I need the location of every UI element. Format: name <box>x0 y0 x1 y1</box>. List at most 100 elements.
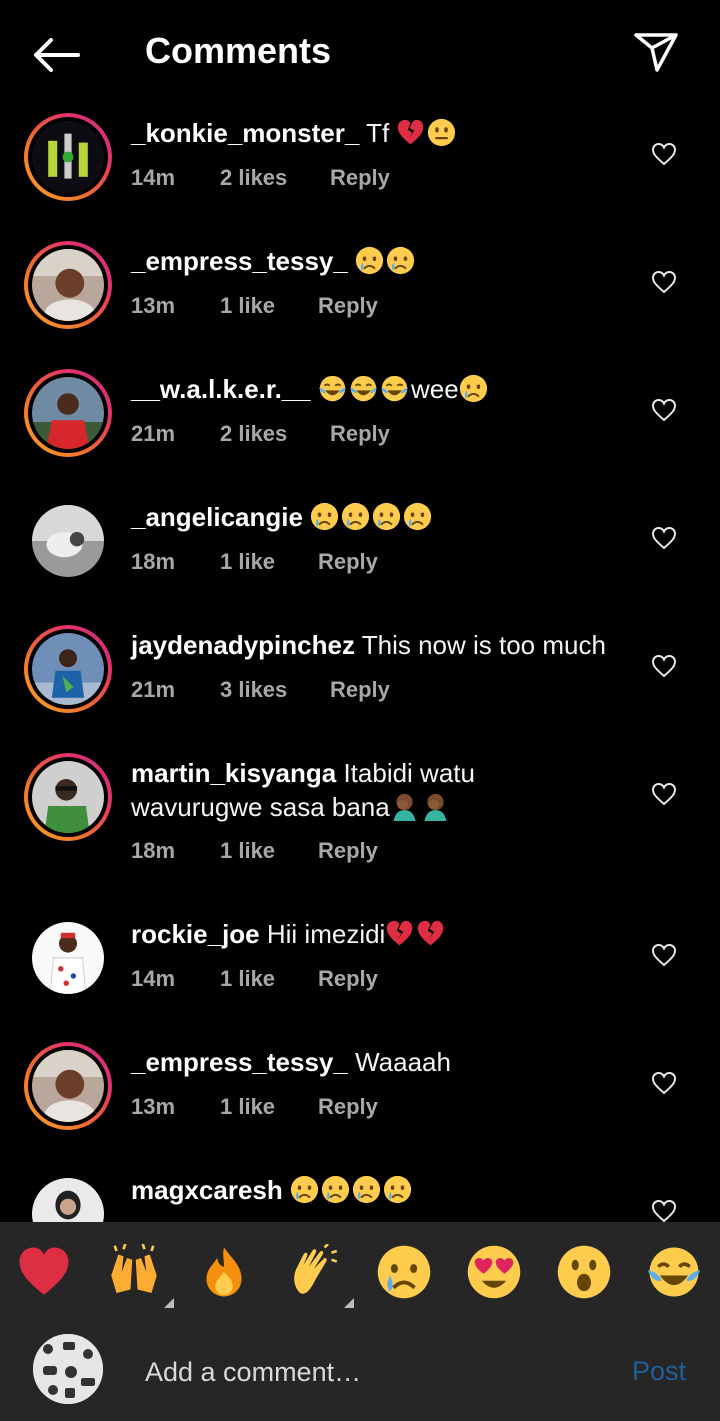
comment-meta: 14m 1 like Reply <box>131 966 378 992</box>
comment-body: wee <box>410 374 459 404</box>
comment-username[interactable]: magxcaresh <box>131 1175 283 1205</box>
comment-likes[interactable]: 1 like <box>220 293 318 319</box>
crying-face-icon <box>352 1175 381 1204</box>
broken-heart-icon <box>385 919 414 948</box>
reply-button[interactable]: Reply <box>330 421 390 447</box>
comment-meta: 14m 2 likes Reply <box>131 165 390 191</box>
reply-button[interactable]: Reply <box>318 293 378 319</box>
fire-icon[interactable] <box>196 1244 256 1304</box>
comment-text: _konkie_monster_ Tf <box>131 116 631 150</box>
reply-button[interactable]: Reply <box>318 549 378 575</box>
comment-text: jaydenadypinchez This now is too much <box>131 628 651 662</box>
comment-username[interactable]: rockie_joe <box>131 919 260 949</box>
comment-time: 21m <box>131 677 176 702</box>
tears-of-joy-icon[interactable] <box>646 1244 706 1304</box>
comment-likes[interactable]: 1 like <box>220 549 318 575</box>
avatar[interactable] <box>24 625 112 713</box>
crying-face-icon <box>355 246 384 275</box>
my-avatar[interactable] <box>33 1334 103 1404</box>
comment-username[interactable]: __w.a.l.k.e.r.__ <box>131 374 311 404</box>
reply-button[interactable]: Reply <box>330 677 390 703</box>
comment-likes[interactable]: 1 like <box>220 1094 318 1120</box>
comment-time: 18m <box>131 549 176 574</box>
broken-heart-icon <box>396 118 425 147</box>
reply-button[interactable]: Reply <box>318 966 378 992</box>
comment-likes[interactable]: 2 likes <box>220 421 330 447</box>
comment-username[interactable]: _empress_tessy_ <box>131 1047 348 1077</box>
avatar[interactable] <box>24 497 112 585</box>
comment-username[interactable]: martin_kisyanga <box>131 758 336 788</box>
comment-time: 18m <box>131 838 176 863</box>
page-title: Comments <box>145 30 332 71</box>
comment-body: Tf <box>366 118 390 148</box>
comment-time: 14m <box>131 966 176 991</box>
heart-outline-icon[interactable] <box>651 142 677 166</box>
tears-of-joy-icon <box>318 374 347 403</box>
reply-button[interactable]: Reply <box>318 838 378 864</box>
red-heart-icon[interactable] <box>16 1244 76 1304</box>
heart-outline-icon[interactable] <box>651 270 677 294</box>
avatar[interactable] <box>24 914 112 1002</box>
comment-text: rockie_joe Hii imezidi <box>131 917 631 951</box>
heart-outline-icon[interactable] <box>651 398 677 422</box>
comment-text: _empress_tessy_ <box>131 244 631 278</box>
heart-outline-icon[interactable] <box>651 654 677 678</box>
crying-face-icon <box>341 502 370 531</box>
back-button[interactable] <box>26 28 86 82</box>
heart-outline-icon[interactable] <box>651 1071 677 1095</box>
comment-likes[interactable]: 1 like <box>220 966 318 992</box>
paper-plane-icon <box>634 33 678 72</box>
crying-face-icon <box>386 246 415 275</box>
comment-meta: 18m 1 like Reply <box>131 838 378 864</box>
comment-username[interactable]: jaydenadypinchez <box>131 630 355 660</box>
face-palm-icon <box>421 792 450 821</box>
comment-likes[interactable]: 1 like <box>220 838 318 864</box>
broken-heart-icon <box>416 919 445 948</box>
tears-of-joy-icon <box>380 374 409 403</box>
comment-username[interactable]: _konkie_monster_ <box>131 118 359 148</box>
avatar[interactable] <box>24 113 112 201</box>
comment-likes[interactable]: 3 likes <box>220 677 330 703</box>
crying-face-icon[interactable] <box>376 1244 436 1304</box>
crying-face-icon <box>383 1175 412 1204</box>
comment-username[interactable]: _angelicangie <box>131 502 303 532</box>
comment-username[interactable]: _empress_tessy_ <box>131 246 348 276</box>
face-palm-icon <box>390 792 419 821</box>
comment-meta: 21m 3 likes Reply <box>131 677 390 703</box>
reply-button[interactable]: Reply <box>318 1094 378 1120</box>
header: Comments <box>0 0 720 108</box>
comment-input[interactable] <box>145 1352 615 1392</box>
comment-time: 13m <box>131 293 176 318</box>
share-button[interactable] <box>628 26 684 78</box>
comment-list[interactable]: _konkie_monster_ Tf 14m 2 likes Reply _e… <box>0 108 720 1222</box>
comment-text: _empress_tessy_ Waaaah <box>131 1045 631 1079</box>
heart-outline-icon[interactable] <box>651 943 677 967</box>
raising-hands-icon[interactable] <box>106 1243 174 1308</box>
comment-time: 14m <box>131 165 176 190</box>
avatar[interactable] <box>24 1042 112 1130</box>
comment-body: Hii imezidi <box>266 919 386 949</box>
heart-eyes-icon[interactable] <box>466 1244 526 1304</box>
tears-of-joy-icon <box>349 374 378 403</box>
heart-outline-icon[interactable] <box>651 1199 677 1222</box>
crying-face-icon <box>459 374 488 403</box>
heart-outline-icon[interactable] <box>651 526 677 550</box>
comment-meta: 13m 1 like Reply <box>131 293 378 319</box>
avatar[interactable] <box>24 241 112 329</box>
heart-outline-icon[interactable] <box>651 782 677 806</box>
post-button[interactable]: Post <box>632 1356 686 1387</box>
avatar[interactable] <box>24 369 112 457</box>
avatar[interactable] <box>24 1170 112 1222</box>
reply-button[interactable]: Reply <box>330 165 390 191</box>
comment-likes[interactable]: 2 likes <box>220 165 330 191</box>
crying-face-icon <box>403 502 432 531</box>
crying-face-icon <box>290 1175 319 1204</box>
comment-body: This now is too much <box>361 630 606 660</box>
comment-meta: 21m 2 likes Reply <box>131 421 390 447</box>
open-mouth-face-icon[interactable] <box>556 1244 616 1304</box>
comment-time: 21m <box>131 421 176 446</box>
clapping-hands-icon[interactable] <box>286 1243 354 1308</box>
comment-composer: Post <box>0 1324 720 1421</box>
avatar[interactable] <box>24 753 112 841</box>
comment-body: Waaaah <box>355 1047 451 1077</box>
